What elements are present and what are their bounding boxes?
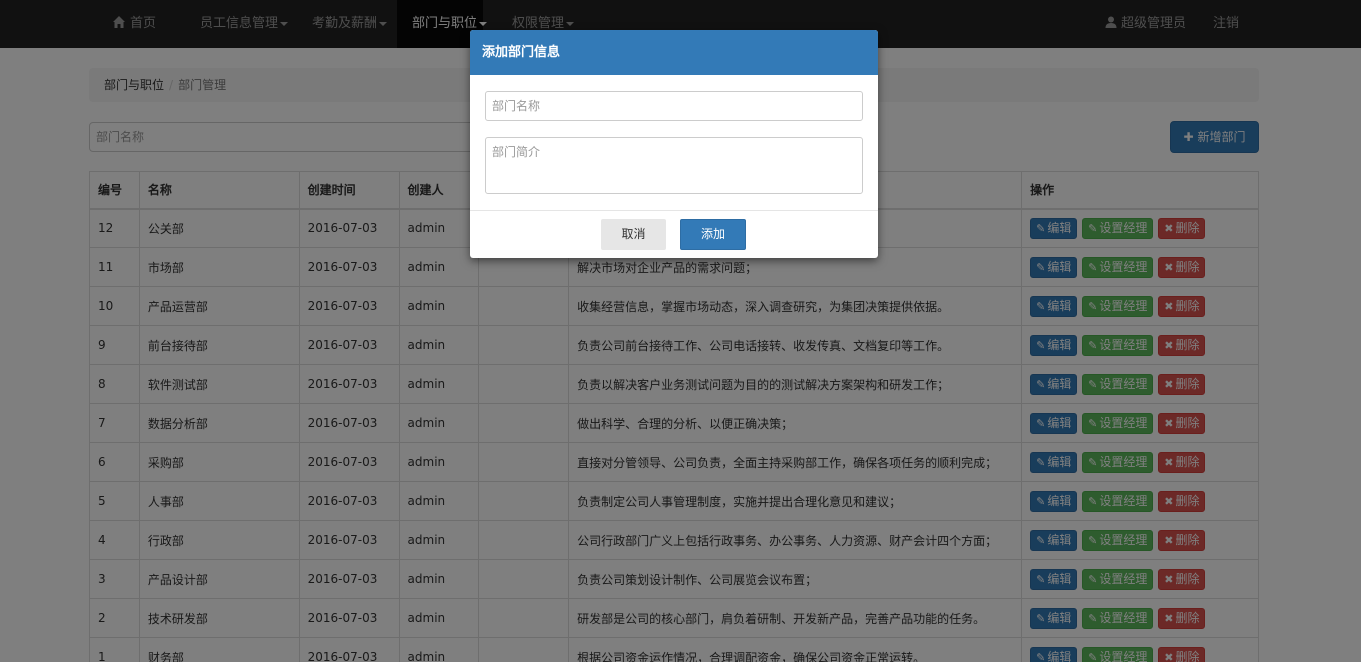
department-name-input[interactable]: 部门名称 [485, 91, 863, 121]
cancel-button[interactable]: 取消 [601, 219, 666, 250]
add-submit-button[interactable]: 添加 [680, 219, 746, 250]
modal-title: 添加部门信息 [470, 30, 878, 75]
add-department-modal: 添加部门信息 部门名称 部门简介 取消 添加 [470, 30, 878, 258]
modal-footer: 取消 添加 [470, 210, 878, 258]
department-description-textarea[interactable]: 部门简介 [485, 137, 863, 194]
